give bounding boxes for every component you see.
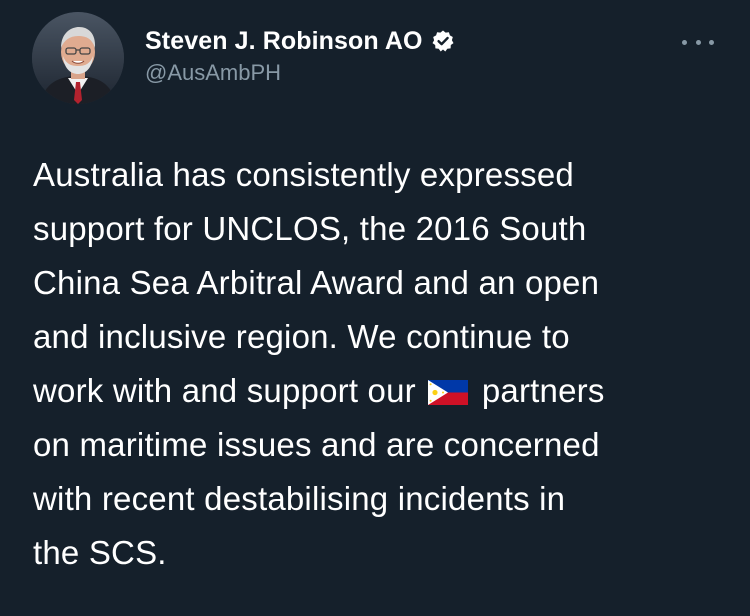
tweet-line: work with and support our partners — [33, 364, 723, 418]
tweet-line: China Sea Arbitral Award and an open — [33, 264, 600, 301]
verified-badge-icon — [431, 29, 455, 53]
dot — [709, 39, 714, 45]
author-name-row[interactable]: Steven J. Robinson AO — [145, 24, 455, 58]
dot — [682, 39, 687, 45]
author-handle[interactable]: @AusAmbPH — [145, 60, 281, 86]
tweet-text: Australia has consistently expressed sup… — [33, 148, 723, 580]
more-options-icon[interactable] — [682, 36, 714, 48]
tweet-line: Australia has consistently expressed — [33, 156, 574, 193]
profile-photo-icon — [32, 12, 124, 104]
tweet-line: and inclusive region. We continue to — [33, 318, 570, 355]
tweet-line-segment: partners — [481, 372, 605, 409]
tweet-card: Steven J. Robinson AO @AusAmbPH Australi… — [0, 0, 750, 616]
author-display-name[interactable]: Steven J. Robinson AO — [145, 27, 423, 56]
tweet-line: support for UNCLOS, the 2016 South — [33, 210, 587, 247]
tweet-line: on maritime issues and are concerned — [33, 426, 600, 463]
philippines-flag-icon — [427, 367, 468, 405]
avatar[interactable] — [32, 12, 124, 104]
tweet-line: with recent destabilising incidents in — [33, 480, 566, 517]
dot — [695, 39, 701, 45]
tweet-line: the SCS. — [33, 534, 167, 571]
tweet-line-segment: work with and support our — [33, 372, 416, 409]
